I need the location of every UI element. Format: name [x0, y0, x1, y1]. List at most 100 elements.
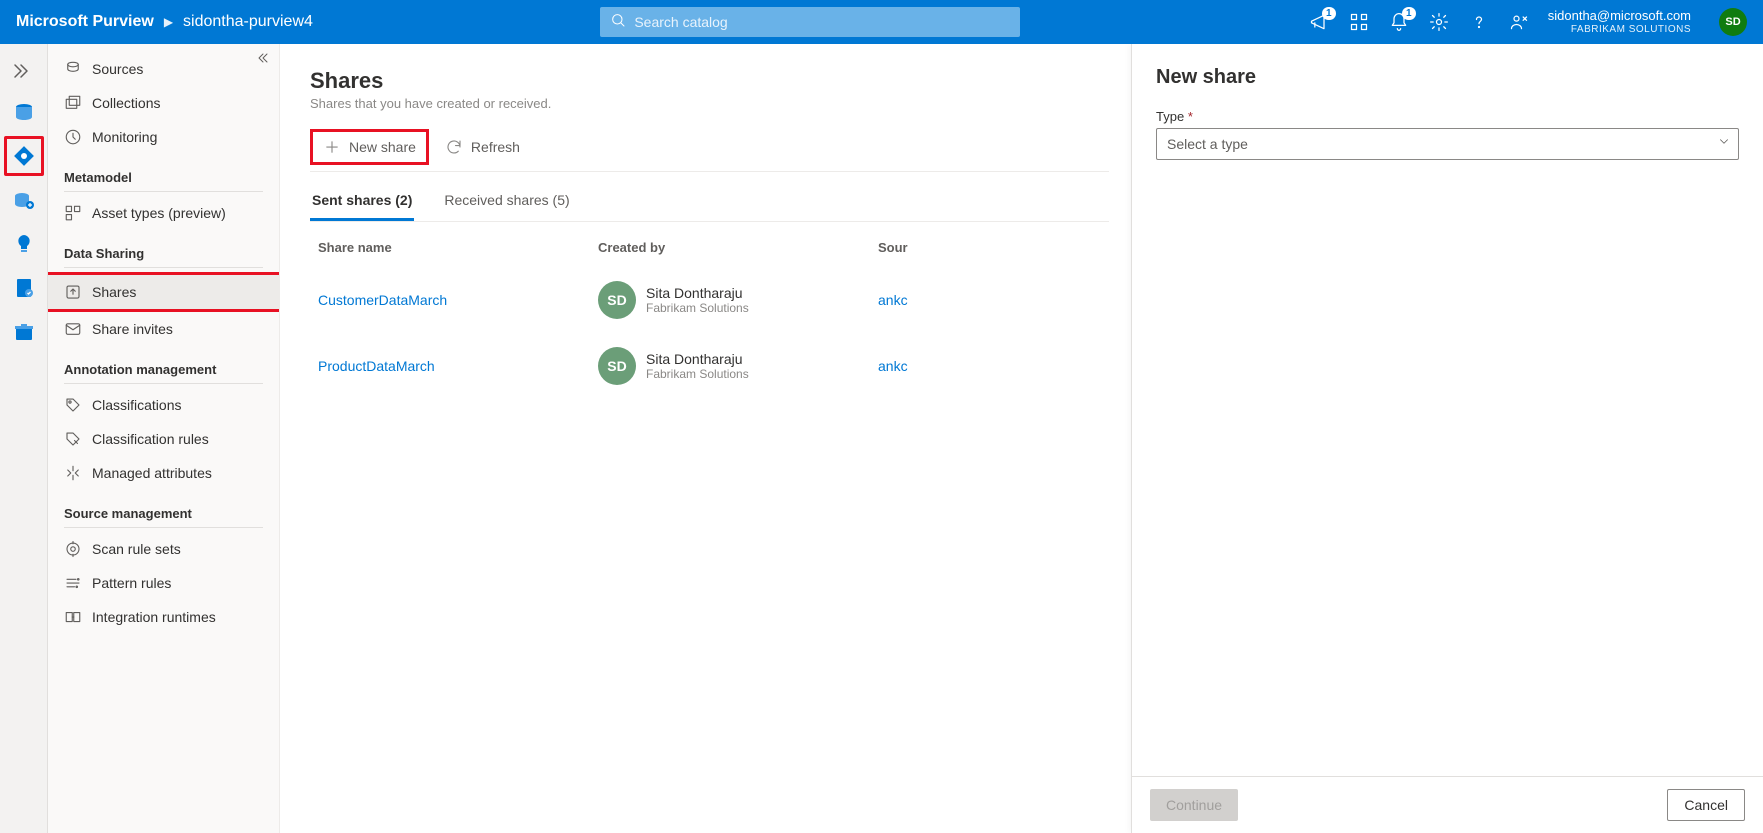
- continue-button[interactable]: Continue: [1150, 789, 1238, 821]
- sidebar-collapse-toggle[interactable]: [253, 50, 269, 69]
- sidebar: Sources Collections Monitoring Metamodel…: [48, 44, 280, 833]
- global-header: Microsoft Purview ▶ sidontha-purview4 1 …: [0, 0, 1763, 44]
- sidebar-group-annotation: Annotation management: [48, 356, 279, 379]
- notifications-badge: 1: [1402, 7, 1416, 20]
- sidebar-item-label: Managed attributes: [92, 465, 212, 481]
- asset-types-icon: [64, 204, 82, 222]
- rail-data-map[interactable]: [4, 136, 44, 176]
- creator-org: Fabrikam Solutions: [646, 301, 749, 315]
- integration-runtimes-icon: [64, 608, 82, 626]
- account-name[interactable]: sidontha-purview4: [183, 13, 313, 31]
- panel-title: New share: [1156, 66, 1739, 89]
- chevron-right-icon: ▶: [164, 15, 173, 29]
- help-icon[interactable]: [1468, 11, 1490, 33]
- tab-sent-shares[interactable]: Sent shares (2): [310, 184, 414, 221]
- refresh-icon: [445, 138, 463, 156]
- sidebar-item-label: Asset types (preview): [92, 205, 226, 221]
- notifications-icon[interactable]: 1: [1388, 11, 1410, 33]
- shares-icon: [64, 283, 82, 301]
- search-input[interactable]: [634, 14, 1010, 30]
- source-link[interactable]: ankc: [878, 358, 908, 374]
- share-invites-icon: [64, 320, 82, 338]
- sidebar-group-data-sharing: Data Sharing: [48, 240, 279, 263]
- column-source[interactable]: Sour: [878, 240, 1101, 255]
- creator-avatar: SD: [598, 347, 636, 385]
- creator-cell: SD Sita Dontharaju Fabrikam Solutions: [598, 281, 878, 319]
- refresh-button[interactable]: Refresh: [435, 132, 530, 162]
- classification-rules-icon: [64, 430, 82, 448]
- sidebar-item-monitoring[interactable]: Monitoring: [48, 120, 279, 154]
- announcements-icon[interactable]: 1: [1308, 11, 1330, 33]
- sidebar-item-label: Sources: [92, 61, 143, 77]
- rail-expand-toggle[interactable]: [0, 54, 47, 88]
- settings-icon[interactable]: [1428, 11, 1450, 33]
- creator-org: Fabrikam Solutions: [646, 367, 749, 381]
- sidebar-item-label: Shares: [92, 284, 136, 300]
- user-info[interactable]: sidontha@microsoft.com FABRIKAM SOLUTION…: [1548, 9, 1691, 35]
- page-description: Shares that you have created or received…: [310, 96, 1109, 111]
- rail-policy[interactable]: [4, 268, 44, 308]
- sidebar-item-label: Pattern rules: [92, 575, 171, 591]
- feedback-icon[interactable]: [1508, 11, 1530, 33]
- type-field-label: Type *: [1156, 109, 1739, 124]
- rail-insights[interactable]: [4, 224, 44, 264]
- user-avatar[interactable]: SD: [1719, 8, 1747, 36]
- search-box[interactable]: [600, 7, 1020, 37]
- directory-icon[interactable]: [1348, 11, 1370, 33]
- sidebar-item-asset-types[interactable]: Asset types (preview): [48, 196, 279, 230]
- sidebar-group-source-mgmt: Source management: [48, 500, 279, 523]
- column-share-name[interactable]: Share name: [318, 240, 598, 255]
- nav-rail: [0, 44, 48, 833]
- managed-attributes-icon: [64, 464, 82, 482]
- creator-avatar: SD: [598, 281, 636, 319]
- sidebar-item-label: Monitoring: [92, 129, 157, 145]
- share-name-link[interactable]: CustomerDataMarch: [318, 292, 598, 308]
- page-title: Shares: [310, 68, 1109, 94]
- user-org: FABRIKAM SOLUTIONS: [1571, 24, 1691, 36]
- tab-received-shares[interactable]: Received shares (5): [442, 184, 571, 221]
- creator-cell: SD Sita Dontharaju Fabrikam Solutions: [598, 347, 878, 385]
- sidebar-item-pattern-rules[interactable]: Pattern rules: [48, 566, 279, 600]
- sidebar-item-shares[interactable]: Shares: [48, 275, 279, 309]
- panel-footer: Continue Cancel: [1132, 776, 1763, 833]
- sidebar-item-scan-rule-sets[interactable]: Scan rule sets: [48, 532, 279, 566]
- classifications-icon: [64, 396, 82, 414]
- scan-rule-sets-icon: [64, 540, 82, 558]
- cmd-label: New share: [349, 139, 416, 155]
- brand-title[interactable]: Microsoft Purview: [16, 13, 154, 31]
- sidebar-item-label: Integration runtimes: [92, 609, 216, 625]
- sidebar-item-label: Scan rule sets: [92, 541, 181, 557]
- required-indicator: *: [1188, 109, 1193, 124]
- divider: [64, 527, 263, 528]
- sidebar-item-collections[interactable]: Collections: [48, 86, 279, 120]
- type-select[interactable]: Select a type: [1156, 128, 1739, 160]
- table-row[interactable]: ProductDataMarch SD Sita Dontharaju Fabr…: [310, 333, 1109, 399]
- user-email: sidontha@microsoft.com: [1548, 9, 1691, 24]
- sidebar-item-integration-runtimes[interactable]: Integration runtimes: [48, 600, 279, 634]
- breadcrumb: Microsoft Purview ▶ sidontha-purview4: [16, 13, 313, 31]
- sidebar-item-label: Classifications: [92, 397, 181, 413]
- sidebar-item-label: Share invites: [92, 321, 173, 337]
- column-created-by[interactable]: Created by: [598, 240, 878, 255]
- sidebar-item-sources[interactable]: Sources: [48, 52, 279, 86]
- type-select-input[interactable]: Select a type: [1156, 128, 1739, 160]
- creator-name: Sita Dontharaju: [646, 285, 749, 301]
- rail-management[interactable]: [4, 312, 44, 352]
- new-share-button[interactable]: New share: [310, 129, 429, 165]
- monitoring-icon: [64, 128, 82, 146]
- share-name-link[interactable]: ProductDataMarch: [318, 358, 598, 374]
- rail-data-estate[interactable]: [4, 180, 44, 220]
- rail-catalog[interactable]: [4, 92, 44, 132]
- shares-tabs: Sent shares (2) Received shares (5): [310, 184, 1109, 222]
- table-row[interactable]: CustomerDataMarch SD Sita Dontharaju Fab…: [310, 267, 1109, 333]
- plus-icon: [323, 138, 341, 156]
- source-link[interactable]: ankc: [878, 292, 908, 308]
- sidebar-item-classifications[interactable]: Classifications: [48, 388, 279, 422]
- cmd-label: Refresh: [471, 139, 520, 155]
- cancel-button[interactable]: Cancel: [1667, 789, 1745, 821]
- sidebar-item-share-invites[interactable]: Share invites: [48, 312, 279, 346]
- main-content: Shares Shares that you have created or r…: [280, 44, 1131, 833]
- announcements-badge: 1: [1322, 7, 1336, 20]
- sidebar-item-classification-rules[interactable]: Classification rules: [48, 422, 279, 456]
- sidebar-item-managed-attributes[interactable]: Managed attributes: [48, 456, 279, 490]
